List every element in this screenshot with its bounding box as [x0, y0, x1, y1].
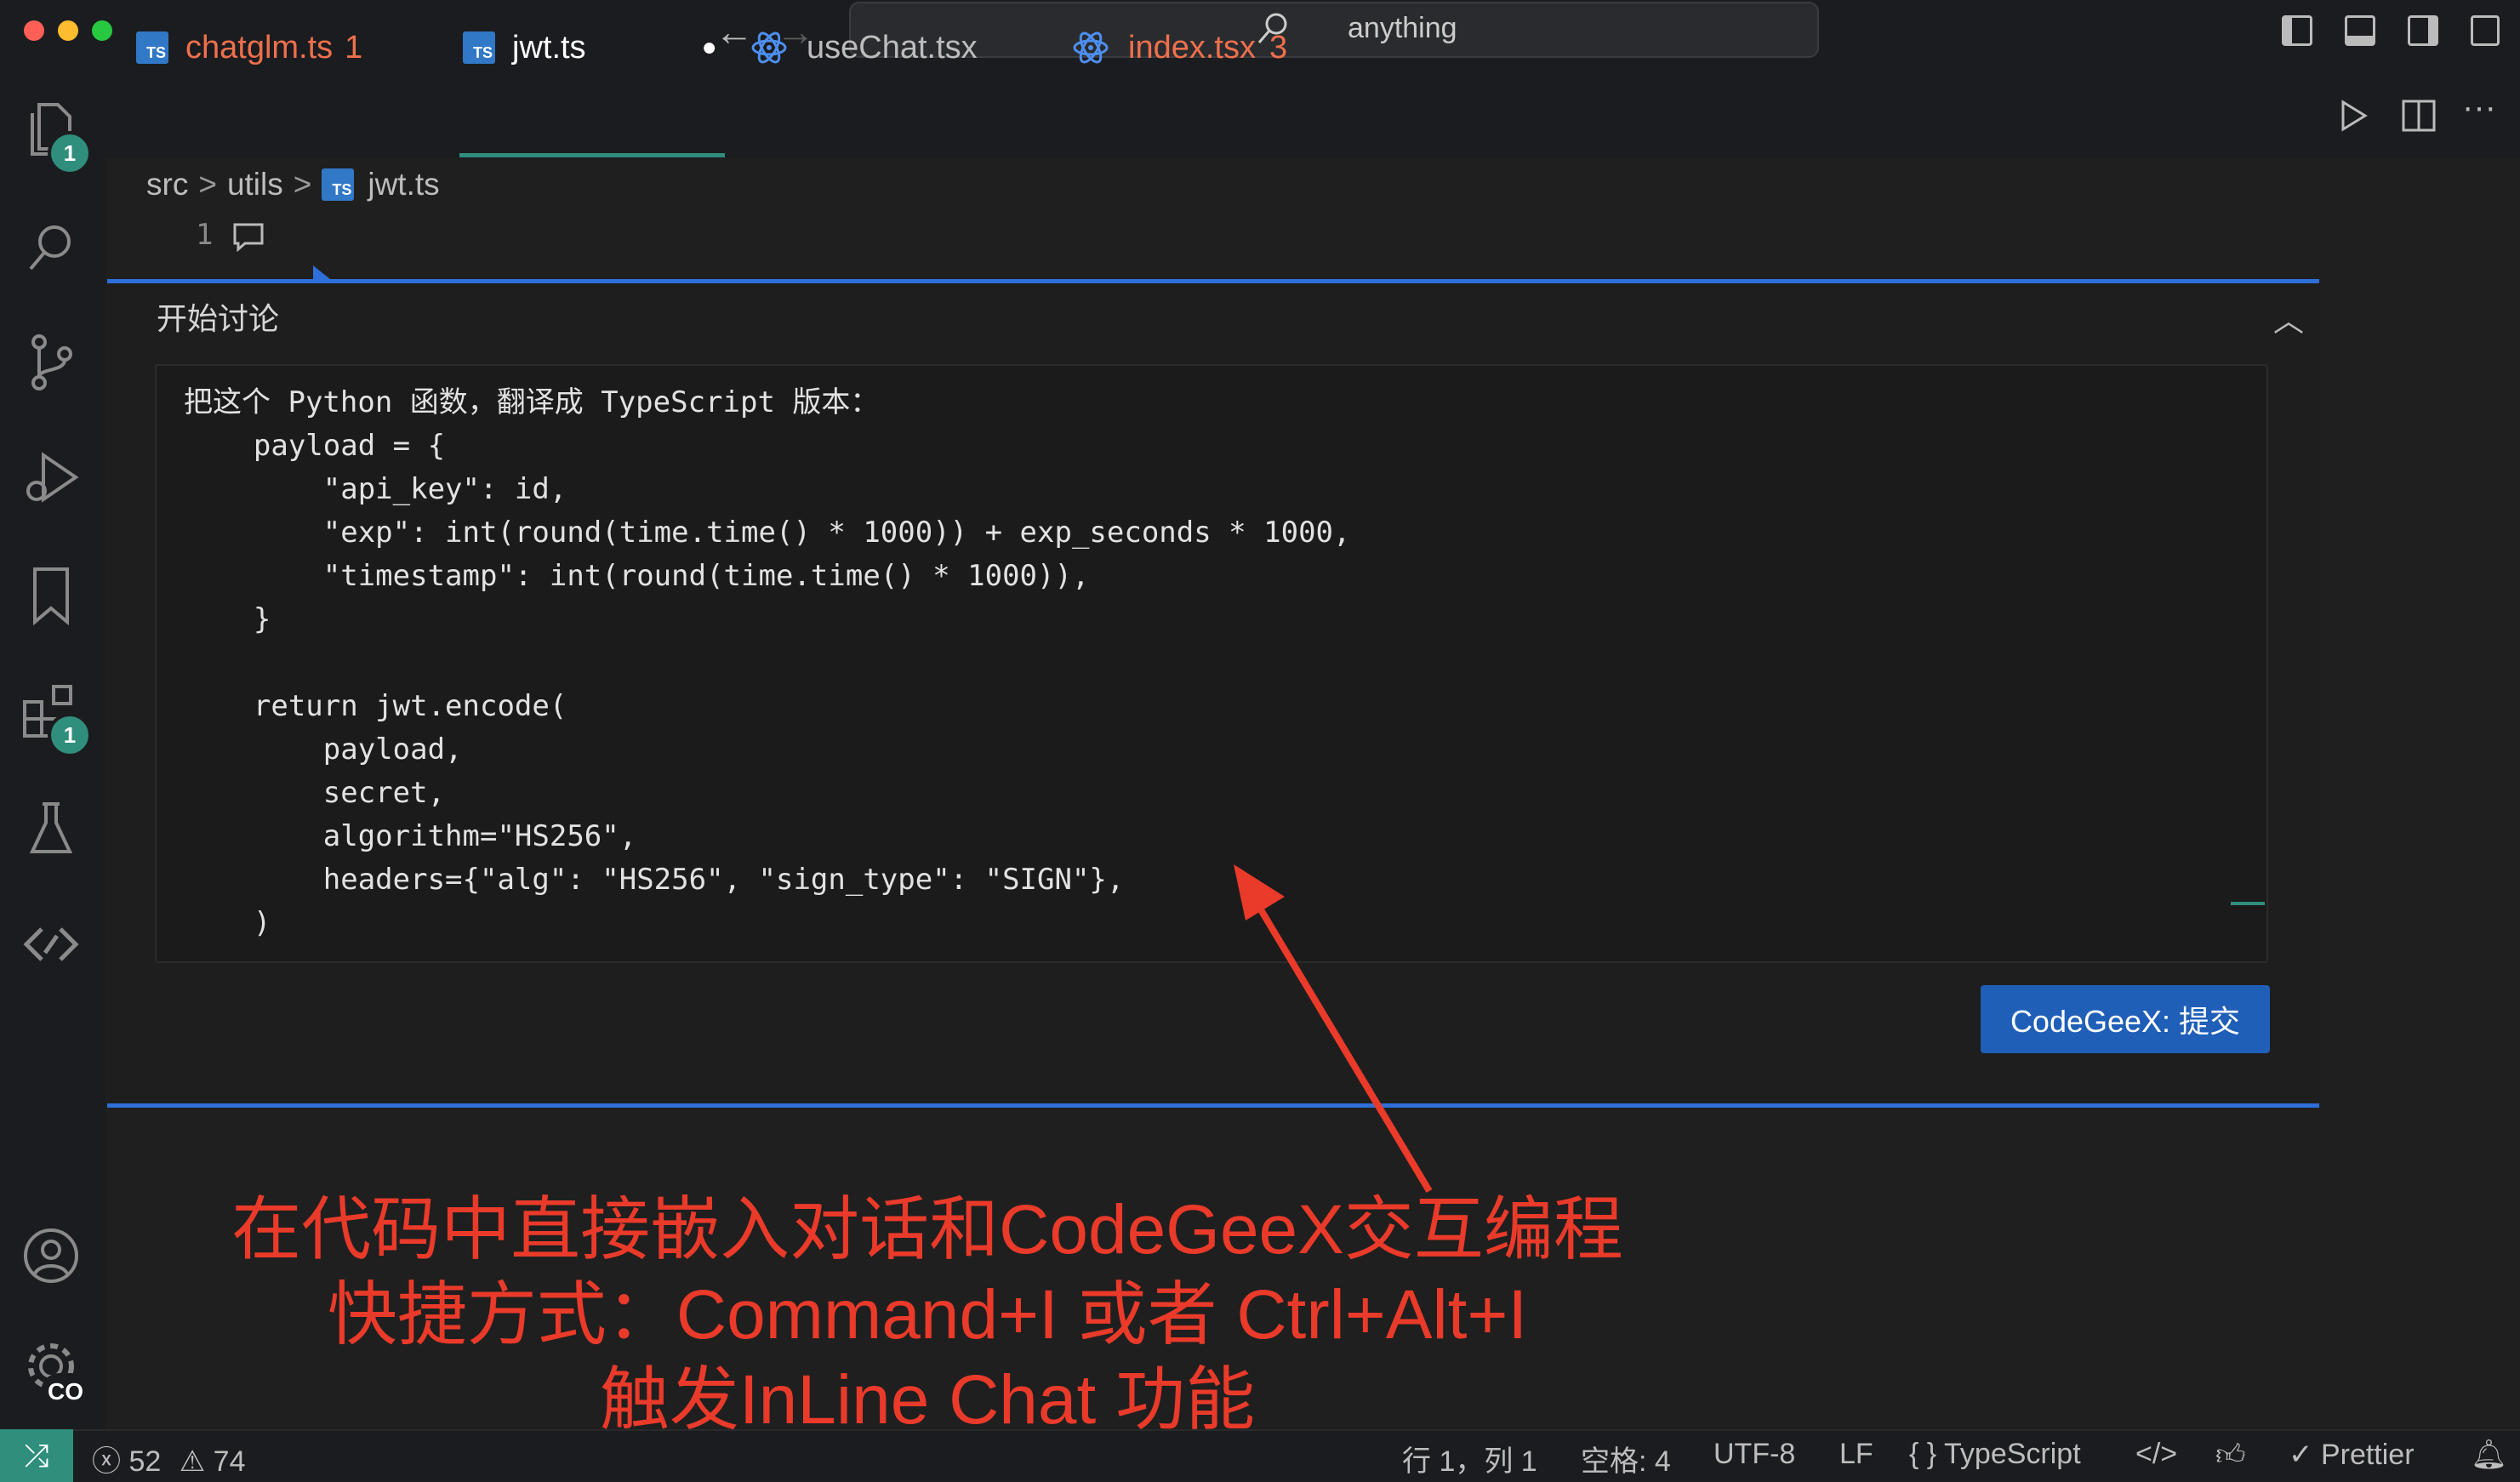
- tab-jwt-ts[interactable]: TS jwt.ts ●: [463, 0, 717, 95]
- prettier-status[interactable]: ✓ Prettier: [2289, 1438, 2415, 1472]
- problems-status[interactable]: ⓧ 52 ⚠ 74: [92, 1438, 246, 1479]
- close-window-button[interactable]: [24, 20, 44, 41]
- breadcrumb-separator: >: [198, 167, 217, 202]
- encoding-status[interactable]: UTF-8: [1713, 1438, 1795, 1471]
- breadcrumb: src > utils > TS jwt.ts: [146, 163, 440, 206]
- breadcrumb-utils[interactable]: utils: [227, 167, 283, 202]
- tab-problem-count: 3: [1269, 29, 1288, 66]
- inline-chat-input-text: 把这个 Python 函数，翻译成 TypeScript 版本： payload…: [184, 385, 1351, 940]
- extensions-badge: 1: [48, 713, 92, 757]
- collapse-chevron-icon[interactable]: ︿: [2273, 296, 2304, 340]
- run-file-icon[interactable]: [2336, 99, 2370, 133]
- error-count: 52: [128, 1445, 162, 1478]
- tab-label: chatglm.ts: [185, 29, 334, 66]
- command-center-search[interactable]: [849, 2, 1819, 58]
- toggle-primary-sidebar-icon[interactable]: [2282, 15, 2312, 46]
- maximize-window-button[interactable]: [92, 20, 112, 41]
- more-actions-icon[interactable]: ···: [2462, 88, 2496, 127]
- explorer-badge: 1: [48, 131, 92, 175]
- current-line: [107, 213, 2319, 276]
- line-number: 1: [196, 218, 214, 252]
- language-label: TypeScript: [1944, 1438, 2081, 1470]
- tab-problem-count: 1: [345, 29, 363, 66]
- toggle-secondary-sidebar-icon[interactable]: [2408, 15, 2438, 46]
- breadcrumb-separator: >: [293, 167, 312, 202]
- tab-label: useChat.tsx: [807, 29, 978, 66]
- language-mode[interactable]: { } TypeScript: [1909, 1438, 2081, 1471]
- breadcrumb-src[interactable]: src: [146, 167, 188, 202]
- feedback-thumbs-up-icon[interactable]: 👍︎: [2215, 1438, 2246, 1473]
- back-arrow-icon[interactable]: ←: [715, 10, 754, 53]
- react-file-icon: [1073, 31, 1109, 64]
- search-view-icon[interactable]: [17, 213, 85, 281]
- minimize-window-button[interactable]: [58, 20, 78, 41]
- codegeex-icon[interactable]: [17, 910, 85, 978]
- scrollbar-marker: [2231, 902, 2265, 905]
- codegeex-submit-button[interactable]: CodeGeeX: 提交: [1981, 985, 2270, 1053]
- search-text: anything: [1348, 12, 1457, 44]
- annotation-arrow: [1234, 864, 1433, 1194]
- warning-icon: ⚠: [179, 1445, 206, 1478]
- eol-status[interactable]: LF: [1839, 1438, 1873, 1471]
- check-icon: ✓: [2289, 1439, 2313, 1471]
- notifications-bell-icon[interactable]: 🔔︎: [2471, 1438, 2507, 1472]
- error-icon: ⓧ: [92, 1445, 121, 1478]
- active-tab-indicator: [459, 153, 725, 157]
- tab-label: jwt.ts: [512, 29, 586, 66]
- typescript-file-icon: TS: [136, 31, 168, 64]
- inline-chat-pointer-icon: [313, 265, 330, 279]
- customize-layout-icon[interactable]: [2471, 15, 2500, 46]
- tab-label: index.tsx: [1128, 29, 1256, 66]
- tab-chatglm-ts[interactable]: TS chatglm.ts 1: [136, 0, 362, 95]
- toggle-panel-icon[interactable]: [2345, 15, 2375, 46]
- split-editor-icon[interactable]: [2401, 99, 2437, 133]
- breadcrumb-file[interactable]: jwt.ts: [368, 167, 439, 202]
- braces-icon: { }: [1909, 1438, 1937, 1470]
- source-control-icon[interactable]: [17, 328, 85, 396]
- indentation-status[interactable]: 空格: 4: [1581, 1438, 1671, 1479]
- codegeex-status-icon[interactable]: </>: [2135, 1438, 2177, 1471]
- comment-icon[interactable]: [231, 221, 265, 252]
- tab-usechat-tsx[interactable]: useChat.tsx: [750, 0, 978, 95]
- react-file-icon: [751, 31, 787, 64]
- warning-count: 74: [213, 1445, 246, 1478]
- typescript-file-icon: TS: [463, 31, 495, 64]
- unsaved-dot-icon[interactable]: ●: [702, 33, 717, 62]
- typescript-file-icon: TS: [322, 168, 355, 201]
- remote-indicator-icon[interactable]: ⤮: [0, 1429, 73, 1482]
- tab-index-tsx[interactable]: index.tsx 3: [1072, 0, 1287, 95]
- bookmark-icon[interactable]: [17, 561, 85, 630]
- prettier-label: Prettier: [2320, 1439, 2415, 1471]
- run-debug-icon[interactable]: [17, 444, 85, 512]
- inline-chat-title: 开始讨论: [157, 301, 280, 336]
- cursor-position[interactable]: 行 1，列 1: [1402, 1438, 1537, 1479]
- testing-icon[interactable]: [17, 795, 85, 863]
